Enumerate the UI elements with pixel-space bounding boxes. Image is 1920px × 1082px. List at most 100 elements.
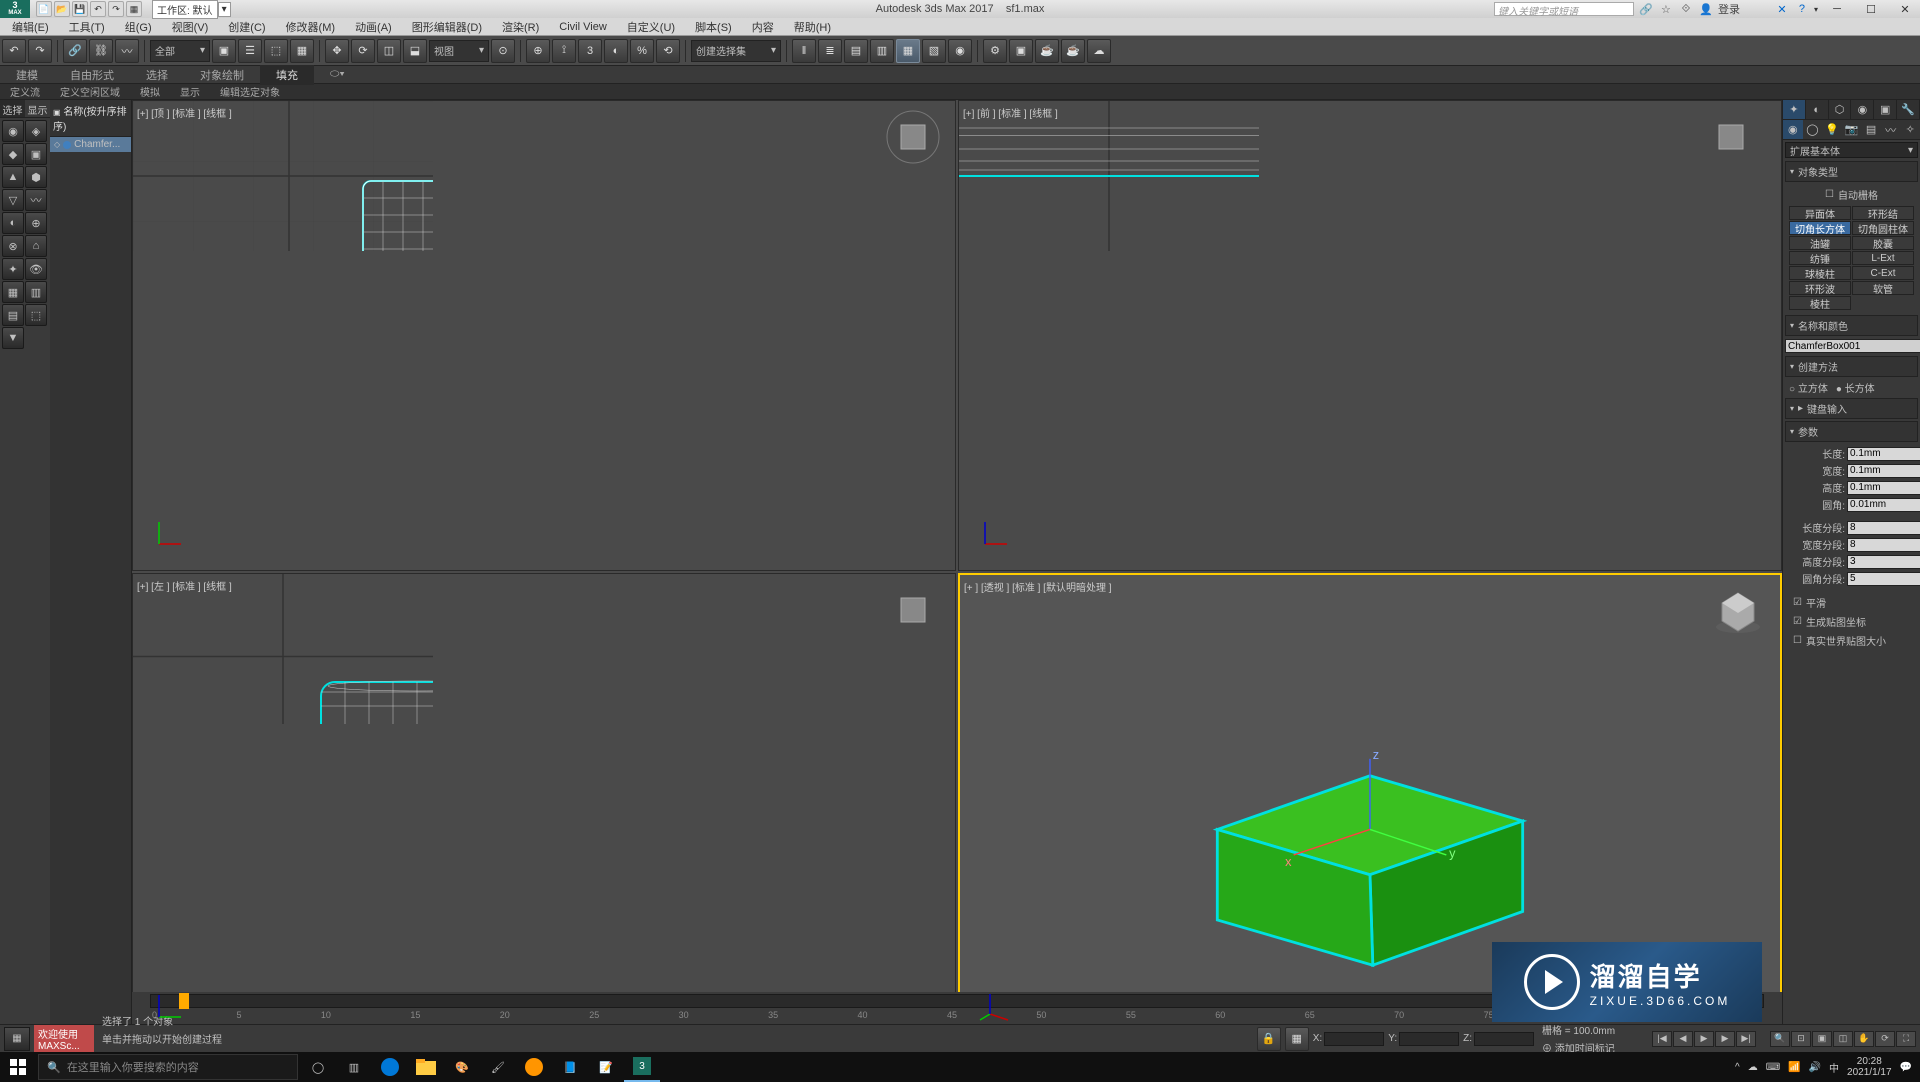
scene-item-chamferbox[interactable]: ◇ Chamfer...	[50, 137, 131, 152]
rollout-name-color[interactable]: 名称和颜色	[1785, 315, 1918, 336]
btn-chamfercyl[interactable]: 切角圆柱体	[1852, 221, 1914, 235]
mirror-button[interactable]: ‖	[792, 39, 816, 63]
menu-tools[interactable]: 工具(T)	[63, 17, 111, 37]
render-iterative-button[interactable]: ☕	[1061, 39, 1085, 63]
user-icon[interactable]: 👤	[1698, 1, 1714, 17]
cortana-icon[interactable]: ▥	[336, 1052, 372, 1082]
spinner-snap-button[interactable]: ⟲	[656, 39, 680, 63]
use-pivot-button[interactable]: ⊙	[491, 39, 515, 63]
radio-cube[interactable]: ○ 立方体	[1789, 380, 1828, 395]
next-frame-button[interactable]: ▶	[1715, 1031, 1735, 1047]
btn-lext[interactable]: L-Ext	[1852, 251, 1914, 265]
align-button[interactable]: ≣	[818, 39, 842, 63]
app-logo[interactable]: 3MAX	[0, 0, 30, 18]
app-icon[interactable]: 📝	[588, 1052, 624, 1082]
keyboard-shortcut-button[interactable]: ⟟	[552, 39, 576, 63]
curve-editor-button[interactable]: ▦	[896, 39, 920, 63]
unlink-button[interactable]: ⛓	[89, 39, 113, 63]
nav-zoom-icon[interactable]: 🔍	[1770, 1031, 1790, 1047]
link-button[interactable]: 🔗	[63, 39, 87, 63]
tab-modify-icon[interactable]: ◐	[1806, 100, 1829, 119]
schematic-view-button[interactable]: ▧	[922, 39, 946, 63]
material-editor-button[interactable]: ◉	[948, 39, 972, 63]
ribbon-sub-display[interactable]: 显示	[174, 83, 206, 100]
firefox-icon[interactable]	[516, 1052, 552, 1082]
tray-clock[interactable]: 20:282021/1/17	[1847, 1056, 1892, 1078]
menu-create[interactable]: 创建(C)	[222, 17, 271, 37]
nav-zoom-all-icon[interactable]: ⊡	[1791, 1031, 1811, 1047]
tray-volume-icon[interactable]: 🔊	[1809, 1062, 1821, 1073]
tab-display[interactable]: 显示	[25, 100, 50, 117]
input-height-segs[interactable]	[1847, 555, 1920, 569]
check-smooth[interactable]: ☑ 平滑	[1787, 593, 1916, 612]
select-region-button[interactable]: ⬚	[264, 39, 288, 63]
input-length-segs[interactable]	[1847, 521, 1920, 535]
btn-capsule[interactable]: 胶囊	[1852, 236, 1914, 250]
ribbon-tab-freeform[interactable]: 自由形式	[54, 65, 130, 85]
taskbar-search[interactable]: 🔍 在这里输入你要搜索的内容	[38, 1054, 298, 1080]
rendered-frame-button[interactable]: ▣	[1009, 39, 1033, 63]
nav-field-of-view-icon[interactable]: ◫	[1833, 1031, 1853, 1047]
toggle-ribbon-button[interactable]: ▥	[870, 39, 894, 63]
autogrid-checkbox[interactable]: ☐自动栅格	[1787, 185, 1916, 204]
start-button[interactable]	[0, 1052, 36, 1082]
menu-help[interactable]: 帮助(H)	[788, 17, 837, 37]
tab-select[interactable]: 选择	[0, 100, 25, 117]
menu-civilview[interactable]: Civil View	[553, 19, 612, 35]
btn-spindle[interactable]: 纺锤	[1789, 251, 1851, 265]
scale-button[interactable]: ◫	[377, 39, 401, 63]
undo-icon[interactable]: ↶	[90, 1, 106, 17]
subtab-helpers-icon[interactable]: ▤	[1861, 120, 1881, 139]
manipulate-button[interactable]: ⊕	[526, 39, 550, 63]
angle-snap-button[interactable]: ◐	[604, 39, 628, 63]
ribbon-tab-objectpaint[interactable]: 对象绘制	[184, 65, 260, 85]
tab-display-icon[interactable]: ▣	[1874, 100, 1897, 119]
edge-icon[interactable]	[372, 1052, 408, 1082]
btn-hose[interactable]: 软管	[1852, 281, 1914, 295]
viewport-left[interactable]: [+] [左 ] [标准 ] [线框 ]	[132, 573, 956, 1044]
infocenter-icon[interactable]: 🔗	[1638, 1, 1654, 17]
tray-keyboard-icon[interactable]: ⌨	[1766, 1062, 1780, 1073]
tool-icon[interactable]: ▥	[25, 281, 47, 303]
menu-graph[interactable]: 图形编辑器(D)	[406, 17, 488, 37]
select-object-button[interactable]: ▣	[212, 39, 236, 63]
btn-cext[interactable]: C-Ext	[1852, 266, 1914, 280]
layers-button[interactable]: ▤	[844, 39, 868, 63]
tool-icon[interactable]: ◐	[2, 212, 24, 234]
app-icon[interactable]: 📘	[552, 1052, 588, 1082]
subtab-shapes-icon[interactable]: ◯	[1803, 120, 1823, 139]
goto-end-button[interactable]: ▶|	[1736, 1031, 1756, 1047]
tool-icon[interactable]: ⬚	[25, 304, 47, 326]
tool-icon[interactable]: 👁	[25, 258, 47, 280]
goto-start-button[interactable]: |◀	[1652, 1031, 1672, 1047]
ribbon-toggle-icon[interactable]: ⬭▾	[314, 66, 361, 83]
radio-box[interactable]: ● 长方体	[1836, 380, 1875, 395]
ribbon-sub-edit[interactable]: 编辑选定对象	[214, 83, 286, 100]
help-icon[interactable]: ?	[1794, 1, 1810, 17]
new-file-icon[interactable]: 📄	[36, 1, 52, 17]
explorer-icon[interactable]	[408, 1052, 444, 1082]
render-cloud-button[interactable]: ☁	[1087, 39, 1111, 63]
viewport-label-perspective[interactable]: [+ ] [透视 ] [标准 ] [默认明暗处理 ]	[964, 579, 1112, 594]
tool-icon[interactable]: ◈	[25, 120, 47, 142]
object-name-input[interactable]	[1785, 339, 1920, 353]
maximize-button[interactable]: ☐	[1856, 0, 1886, 18]
select-by-name-button[interactable]: ☰	[238, 39, 262, 63]
tray-notifications-icon[interactable]: 💬	[1900, 1062, 1912, 1073]
coord-y-input[interactable]	[1399, 1032, 1459, 1046]
input-length[interactable]	[1847, 447, 1920, 461]
btn-hedra[interactable]: 异面体	[1789, 206, 1851, 220]
ribbon-sub-flow[interactable]: 定义流	[4, 83, 46, 100]
login-label[interactable]: 登录	[1718, 1, 1740, 17]
category-dropdown[interactable]: 扩展基本体▾	[1785, 142, 1918, 158]
undo-button[interactable]: ↶	[2, 39, 26, 63]
input-height[interactable]	[1847, 481, 1920, 495]
render-setup-button[interactable]: ⚙	[983, 39, 1007, 63]
tool-icon[interactable]: ⊗	[2, 235, 24, 257]
tray-onedrive-icon[interactable]: ☁	[1748, 1062, 1758, 1073]
btn-chamferbox[interactable]: 切角长方体	[1789, 221, 1851, 235]
tray-expand-icon[interactable]: ^	[1735, 1062, 1740, 1073]
subtab-geometry-icon[interactable]: ◉	[1783, 120, 1803, 139]
tool-icon[interactable]: ▼	[2, 327, 24, 349]
input-fillet-segs[interactable]	[1847, 572, 1920, 586]
